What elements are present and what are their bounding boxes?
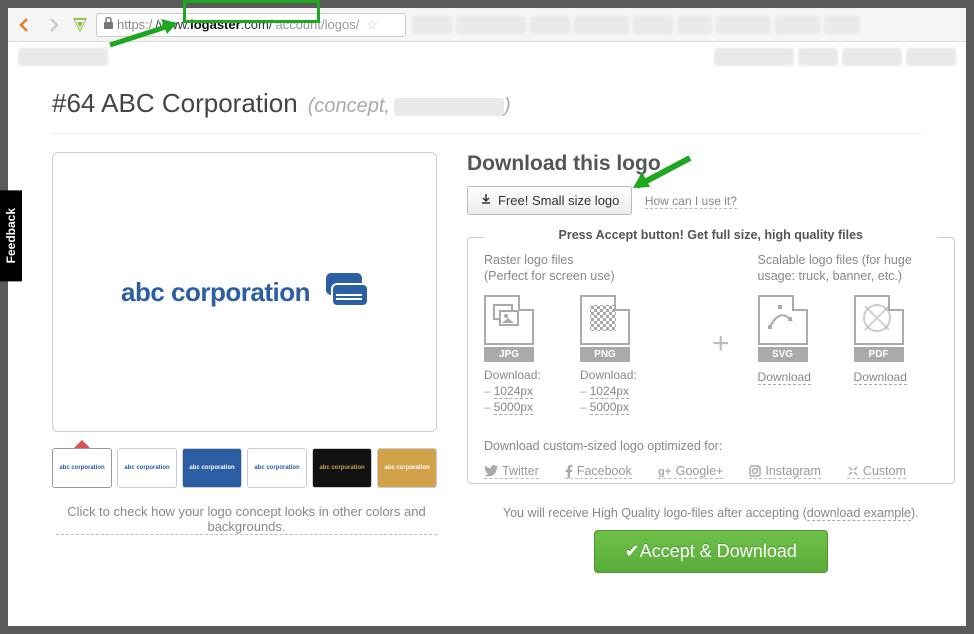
download-label: Download: bbox=[484, 368, 556, 382]
social-links: Twitter Facebook g+Google+ Instagram Cus… bbox=[484, 464, 938, 479]
bookmark-star-icon[interactable]: ☆ bbox=[366, 17, 378, 33]
download-icon bbox=[480, 193, 492, 208]
browser-window: https:/ /www.logaster.com/ account/logos… bbox=[8, 8, 966, 626]
pdf-column: PDF Download bbox=[854, 295, 926, 385]
custom-size-label: Download custom-sized logo optimized for… bbox=[484, 438, 938, 454]
thumb-variant-3[interactable]: abc corporation bbox=[182, 448, 242, 488]
free-download-button[interactable]: Free! Small size logo bbox=[467, 186, 632, 215]
instagram-link[interactable]: Instagram bbox=[749, 464, 821, 479]
back-button[interactable] bbox=[14, 14, 36, 36]
svg-text:g+: g+ bbox=[658, 466, 671, 477]
jpg-file-icon bbox=[484, 295, 534, 345]
files-box: Press Accept button! Get full size, high… bbox=[467, 237, 955, 484]
svg-download-link[interactable]: Download bbox=[758, 370, 811, 385]
png-1024-link[interactable]: 1024px bbox=[590, 384, 629, 399]
thumbnail-row: abc corporation abc corporation abc corp… bbox=[52, 448, 437, 488]
download-column: Download this logo Free! Small size logo… bbox=[467, 152, 955, 573]
page-title: #64 ABC Corporation bbox=[52, 88, 298, 119]
jpg-1024-link[interactable]: 1024px bbox=[494, 384, 533, 399]
download-label: Download: bbox=[580, 368, 652, 382]
feedback-tab[interactable]: Feedback bbox=[0, 190, 22, 281]
pdf-file-icon bbox=[854, 295, 904, 345]
pdf-download-link[interactable]: Download bbox=[854, 370, 907, 385]
annotation-button-arrow bbox=[625, 153, 695, 193]
page-content: #64 ABC Corporation (concept,) abc corpo… bbox=[8, 68, 966, 573]
url-path: account/logos/ bbox=[275, 17, 359, 32]
annotation-url-arrow bbox=[105, 17, 185, 47]
download-heading: Download this logo bbox=[467, 152, 955, 176]
thumb-variant-6[interactable]: abc corporation bbox=[377, 448, 437, 488]
preview-column: abc corporation abc corporation abc corp… bbox=[52, 152, 437, 573]
page-title-row: #64 ABC Corporation (concept,) bbox=[52, 82, 922, 134]
forward-button[interactable] bbox=[42, 14, 64, 36]
thumb-variant-5[interactable]: abc corporation bbox=[312, 448, 372, 488]
download-example-link[interactable]: download example bbox=[807, 506, 911, 521]
variants-caption[interactable]: Click to check how your logo concept loo… bbox=[56, 504, 437, 535]
accept-note: You will receive High Quality logo-files… bbox=[467, 506, 955, 520]
png-file-icon bbox=[580, 295, 630, 345]
scalable-heading: Scalable logo files (for huge usage: tru… bbox=[758, 252, 938, 285]
thumb-variant-4[interactable]: abc corporation bbox=[247, 448, 307, 488]
raster-heading: Raster logo files(Perfect for screen use… bbox=[484, 252, 684, 285]
concept-label: (concept,) bbox=[308, 95, 511, 118]
png-column: PNG Download:–1024px–5000px bbox=[580, 295, 652, 416]
svg-file-icon bbox=[758, 295, 808, 345]
logo-card-icon bbox=[320, 272, 368, 313]
jpg-5000-link[interactable]: 5000px bbox=[494, 400, 533, 415]
logo-text: abc corporation bbox=[121, 277, 310, 308]
png-5000-link[interactable]: 5000px bbox=[590, 400, 629, 415]
logo-preview[interactable]: abc corporation bbox=[52, 152, 437, 432]
extension-icon[interactable] bbox=[70, 15, 90, 35]
thumb-variant-2[interactable]: abc corporation bbox=[117, 448, 177, 488]
box-title: Press Accept button! Get full size, high… bbox=[484, 228, 938, 242]
plus-icon: + bbox=[712, 307, 730, 361]
how-use-link[interactable]: How can I use it? bbox=[645, 194, 737, 209]
svg-column: SVG Download bbox=[758, 295, 830, 385]
jpg-column: JPG Download:–1024px–5000px bbox=[484, 295, 556, 416]
custom-link[interactable]: Custom bbox=[847, 464, 906, 479]
googleplus-link[interactable]: g+Google+ bbox=[658, 464, 724, 479]
facebook-link[interactable]: Facebook bbox=[565, 464, 632, 479]
thumb-variant-1[interactable]: abc corporation bbox=[52, 448, 112, 488]
accept-download-button[interactable]: ✔Accept & Download bbox=[594, 530, 828, 573]
twitter-link[interactable]: Twitter bbox=[484, 464, 539, 479]
